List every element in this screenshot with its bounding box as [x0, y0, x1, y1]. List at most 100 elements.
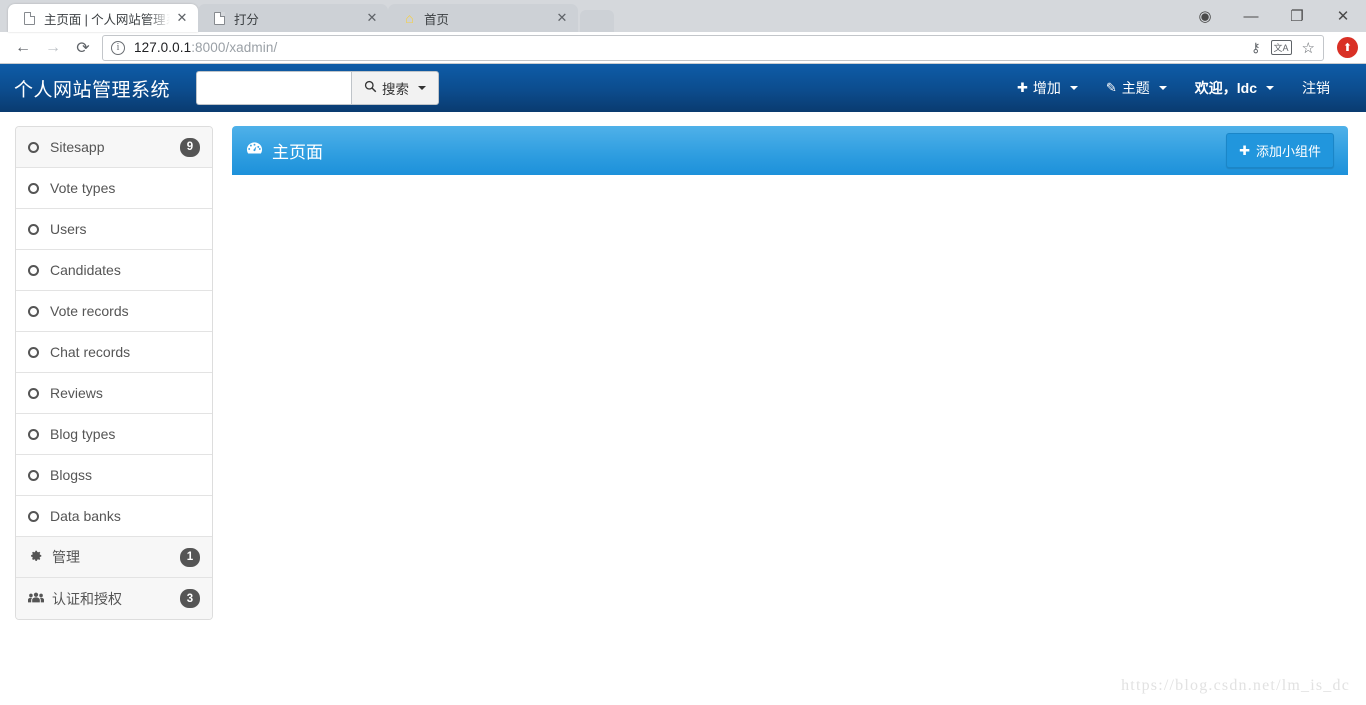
- sidebar-item-blogss[interactable]: Blogss: [16, 455, 212, 496]
- sidebar-nav: Sitesapp 9 Vote types Users Candidates V…: [15, 126, 213, 620]
- sidebar-item-candidates[interactable]: Candidates: [16, 250, 212, 291]
- dashboard-icon: [246, 141, 263, 160]
- dashboard-widgets-area: [232, 175, 1348, 181]
- sidebar-item-label: Candidates: [50, 262, 121, 278]
- sidebar-item-data-banks[interactable]: Data banks: [16, 496, 212, 537]
- nav-item-label: 欢迎，ldc: [1194, 80, 1257, 96]
- tab-title: 首页: [424, 12, 449, 27]
- chevron-down-icon: [1069, 86, 1078, 90]
- chevron-down-icon: [418, 86, 427, 90]
- search-icon: [364, 80, 377, 96]
- sidebar-item-label: Vote types: [50, 180, 116, 196]
- tab-title: 主页面 | 个人网站管理系统: [44, 12, 170, 27]
- search-input[interactable]: [196, 71, 352, 105]
- users-icon: [28, 591, 44, 607]
- nav-item-theme[interactable]: ✎ 主题: [1092, 78, 1181, 98]
- close-window-button[interactable]: ✕: [1320, 0, 1366, 32]
- nav-item-add[interactable]: ✚ 增加: [1003, 78, 1092, 98]
- extension-icon[interactable]: ⬆: [1337, 37, 1358, 58]
- document-icon: [212, 11, 227, 26]
- reload-button[interactable]: ⟳: [68, 34, 98, 62]
- nav-item-label: 注销: [1302, 80, 1330, 96]
- plus-icon: ✚: [1239, 142, 1250, 158]
- bookmark-star-icon[interactable]: ☆: [1302, 39, 1315, 57]
- magic-wand-icon: ✎: [1105, 80, 1117, 95]
- document-icon: [22, 11, 37, 26]
- circle-icon: [28, 182, 39, 194]
- site-info-icon[interactable]: i: [111, 40, 125, 55]
- add-widget-label: 添加小组件: [1255, 144, 1321, 159]
- sidebar-item-blog-types[interactable]: Blog types: [16, 414, 212, 455]
- dashboard-panel: 主页面 ✚ 添加小组件: [232, 126, 1348, 181]
- app-body: Sitesapp 9 Vote types Users Candidates V…: [0, 112, 1366, 620]
- tab-title: 打分: [234, 12, 259, 27]
- nav-item-logout[interactable]: 注销: [1288, 78, 1344, 98]
- forward-button[interactable]: →: [38, 34, 68, 62]
- circle-icon: [28, 428, 39, 440]
- maximize-button[interactable]: ❐: [1274, 0, 1320, 32]
- sidebar-item-vote-records[interactable]: Vote records: [16, 291, 212, 332]
- key-icon[interactable]: ⚷: [1251, 40, 1261, 56]
- navbar-right-menu: ✚ 增加 ✎ 主题 欢迎，ldc 注销: [1003, 78, 1344, 98]
- browser-tab-1[interactable]: 打分 ✕: [198, 4, 388, 32]
- main-content: 主页面 ✚ 添加小组件: [232, 126, 1348, 620]
- sidebar-item-label: Reviews: [50, 385, 103, 401]
- circle-icon: [28, 387, 39, 399]
- sidebar-item-label: 管理: [52, 549, 80, 565]
- search-button-label: 搜索: [382, 82, 410, 97]
- search-button[interactable]: 搜索: [351, 71, 440, 105]
- watermark-text: https://blog.csdn.net/lm_is_dc: [1121, 677, 1350, 694]
- minimize-button[interactable]: —: [1228, 0, 1274, 32]
- circle-icon: [28, 223, 39, 235]
- sidebar-item-label: Blog types: [50, 426, 116, 442]
- new-tab-button[interactable]: [580, 10, 614, 32]
- back-button[interactable]: ←: [8, 34, 38, 62]
- address-bar[interactable]: i 127.0.0.1:8000/xadmin/ ⚷ 文A ☆: [102, 34, 1324, 61]
- translate-icon[interactable]: 文A: [1270, 40, 1292, 55]
- sidebar-badge: 9: [180, 137, 200, 157]
- sidebar-item-vote-types[interactable]: Vote types: [16, 168, 212, 209]
- panel-header: 主页面 ✚ 添加小组件: [232, 126, 1348, 175]
- page-title-text: 主页面: [272, 143, 323, 162]
- tab-close-icon[interactable]: ✕: [364, 10, 380, 26]
- browser-toolbar: ← → ⟳ i 127.0.0.1:8000/xadmin/ ⚷ 文A ☆ ⬆: [0, 32, 1366, 64]
- tab-close-icon[interactable]: ✕: [174, 10, 190, 26]
- chevron-down-icon: [1266, 86, 1274, 90]
- sidebar-item-auth[interactable]: 认证和授权 3: [16, 578, 212, 619]
- sidebar-item-sitesapp[interactable]: Sitesapp 9: [16, 127, 212, 168]
- circle-icon: [28, 264, 39, 276]
- url-path: :8000/xadmin/: [191, 40, 278, 55]
- nav-item-user[interactable]: 欢迎，ldc: [1181, 78, 1288, 98]
- search-form: 搜索: [196, 71, 440, 105]
- sidebar-item-reviews[interactable]: Reviews: [16, 373, 212, 414]
- browser-tab-2[interactable]: ⌂ 首页 ✕: [388, 4, 578, 32]
- circle-icon: [28, 346, 39, 358]
- nav-item-label: 增加: [1032, 80, 1061, 96]
- sidebar-item-label: Blogss: [50, 467, 93, 483]
- sidebar-item-label: Users: [50, 221, 87, 237]
- window-controls: ◉ — ❐ ✕: [1182, 0, 1366, 32]
- sidebar-item-label: Sitesapp: [50, 139, 105, 155]
- app-navbar: 个人网站管理系统 搜索 ✚ 增加 ✎ 主题 欢迎，ldc 注销: [0, 64, 1366, 112]
- sidebar-badge: 1: [180, 547, 200, 567]
- sidebar-item-users[interactable]: Users: [16, 209, 212, 250]
- profile-avatar-icon[interactable]: ◉: [1182, 0, 1228, 32]
- circle-icon: [28, 469, 39, 481]
- add-widget-button[interactable]: ✚ 添加小组件: [1226, 133, 1334, 168]
- app-brand[interactable]: 个人网站管理系统: [14, 75, 170, 102]
- sidebar-item-label: 认证和授权: [52, 590, 122, 607]
- sidebar-item-chat-records[interactable]: Chat records: [16, 332, 212, 373]
- sidebar-item-label: Data banks: [50, 508, 121, 524]
- plus-icon: ✚: [1016, 80, 1028, 95]
- tab-close-icon[interactable]: ✕: [554, 10, 570, 26]
- tab-strip: 主页面 | 个人网站管理系统 ✕ 打分 ✕ ⌂ 首页 ✕ ◉ — ❐ ✕: [0, 0, 1366, 32]
- url-text: 127.0.0.1:8000/xadmin/: [134, 40, 1251, 55]
- sidebar-item-management[interactable]: 管理 1: [16, 537, 212, 578]
- nav-item-label: 主题: [1121, 80, 1150, 96]
- home-icon: ⌂: [405, 10, 414, 26]
- sidebar-item-label: Vote records: [50, 303, 129, 319]
- sidebar-badge: 3: [180, 589, 200, 608]
- xadmin-app: 个人网站管理系统 搜索 ✚ 增加 ✎ 主题 欢迎，ldc 注销 Sitesapp…: [0, 64, 1366, 705]
- chevron-down-icon: [1158, 86, 1167, 90]
- browser-tab-0[interactable]: 主页面 | 个人网站管理系统 ✕: [8, 4, 198, 32]
